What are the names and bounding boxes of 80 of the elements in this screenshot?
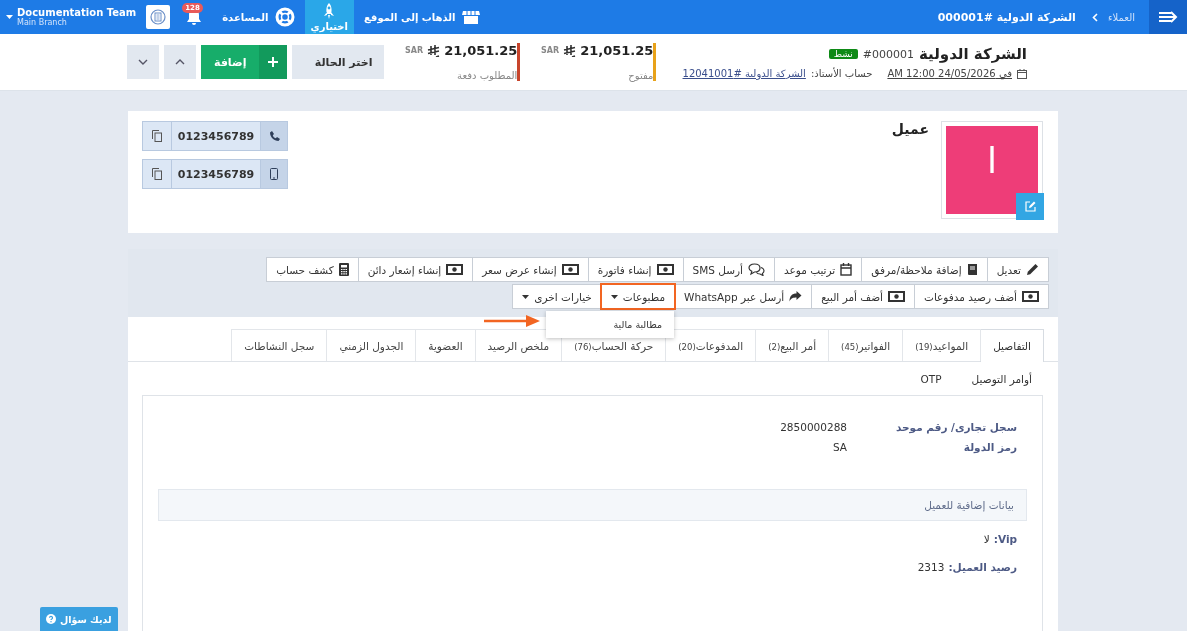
field-label: سجل تجارى/ رقم موحد (894, 421, 1018, 433)
chevron-icon (1091, 12, 1098, 22)
rocket-icon (323, 2, 336, 19)
action-button[interactable]: تعديل (986, 257, 1049, 282)
lifebuoy-icon (274, 7, 295, 27)
balance-label: المطلوب دفعة (457, 70, 518, 81)
currency-symbol-icon (427, 44, 441, 57)
plus-icon (268, 57, 279, 67)
field-value: SA (832, 441, 847, 453)
currency-symbol-icon (563, 44, 577, 57)
field-label: رصيد العميل: (948, 561, 1017, 573)
tab[interactable]: التفاصيل (980, 329, 1044, 362)
customer-title: الشركة الدولية (918, 45, 1027, 63)
banknote-icon (656, 264, 674, 275)
ledger-label: حساب الأستاذ: (810, 68, 873, 79)
caret-icon[interactable] (6, 15, 13, 19)
balance-amount: 21,051.25 (444, 43, 518, 58)
action-button[interactable]: إضافة ملاحظة/مرفق (861, 257, 988, 282)
question-icon (46, 614, 56, 624)
nav-item[interactable]: الذهاب إلى الموقع (354, 0, 490, 34)
book-icon (966, 263, 978, 276)
action-button[interactable]: خيارات اخرى (512, 284, 602, 309)
balance-amount: 21,051.25 (580, 43, 654, 58)
chevron-down-icon (138, 59, 148, 65)
mobile-icon (270, 168, 278, 180)
field-value: 2850000288 (780, 421, 847, 433)
currency-code: SAR (541, 46, 560, 55)
created-date: في 24/05/2026 12:00 AM (887, 68, 1012, 79)
subtab[interactable]: أوامر التوصيل (971, 373, 1032, 385)
caret-icon (522, 294, 530, 299)
copy-icon (152, 168, 162, 180)
customer-name: عميل (891, 121, 929, 137)
avatar-letter: ا (987, 140, 997, 181)
field-value: لا (983, 533, 990, 545)
chevron-up-icon (175, 59, 185, 65)
action-button[interactable]: إنشاء فاتورة (587, 257, 684, 282)
ledger-account-link[interactable]: الشركة الدولية #12041001 (682, 68, 806, 79)
action-button[interactable]: إنشاء إشعار دائن (357, 257, 474, 282)
action-button[interactable]: أرسل SMS (682, 257, 775, 282)
edit-avatar-button[interactable] (1016, 193, 1044, 220)
action-button[interactable]: مطبوعات (600, 284, 676, 309)
balance-label: مفتوح (628, 70, 654, 81)
phone-icon (268, 130, 280, 142)
pencil-icon (1026, 263, 1039, 276)
copy-icon (152, 130, 162, 142)
status-badge: نشط (828, 49, 858, 59)
action-button[interactable]: أرسل عبر WhatsApp (674, 284, 813, 309)
banknote-icon (446, 264, 464, 275)
subtab[interactable]: OTP (920, 373, 942, 385)
banknote-icon (1022, 291, 1039, 302)
calendar-icon (840, 263, 853, 276)
banknote-icon (561, 264, 579, 275)
edit-icon (1024, 201, 1036, 212)
action-button[interactable]: أضف رصيد مدفوعات (914, 284, 1049, 309)
caret-icon (610, 294, 618, 299)
breadcrumb-link[interactable]: الشركة الدولية #000001 (937, 10, 1076, 24)
field-label: رمز الدولة (962, 441, 1018, 453)
section-header: بيانات إضافية للعميل (158, 489, 1027, 521)
sidebar-toggle-button[interactable] (1149, 0, 1187, 34)
menu-arrow-icon (1158, 10, 1178, 24)
action-button[interactable]: أضف أمر البيع (811, 284, 915, 309)
nav-item[interactable]: المساعدة (212, 0, 305, 34)
tab[interactable]: سجل النشاطات (231, 329, 328, 361)
field-label: Vip: (993, 533, 1017, 545)
status-select[interactable]: اختر الحالة (292, 45, 385, 79)
pointer-arrow-icon (484, 315, 541, 327)
calendar-icon (1017, 68, 1027, 79)
account-name[interactable]: Documentation Team (17, 7, 137, 18)
share-arrow-icon (789, 291, 803, 302)
field-value: 2313 (917, 561, 945, 573)
store-icon (461, 10, 480, 24)
action-button[interactable]: كشف حساب (266, 257, 359, 282)
action-button[interactable]: ترتيب موعد (773, 257, 863, 282)
branch-name: Main Branch (17, 18, 67, 27)
chat-icon (747, 263, 765, 276)
action-button[interactable]: إنشاء عرض سعر (472, 257, 589, 282)
banknote-icon (888, 291, 905, 302)
calculator-icon (338, 263, 349, 276)
currency-code: SAR (405, 46, 424, 55)
customer-number: #000001 (862, 47, 914, 61)
